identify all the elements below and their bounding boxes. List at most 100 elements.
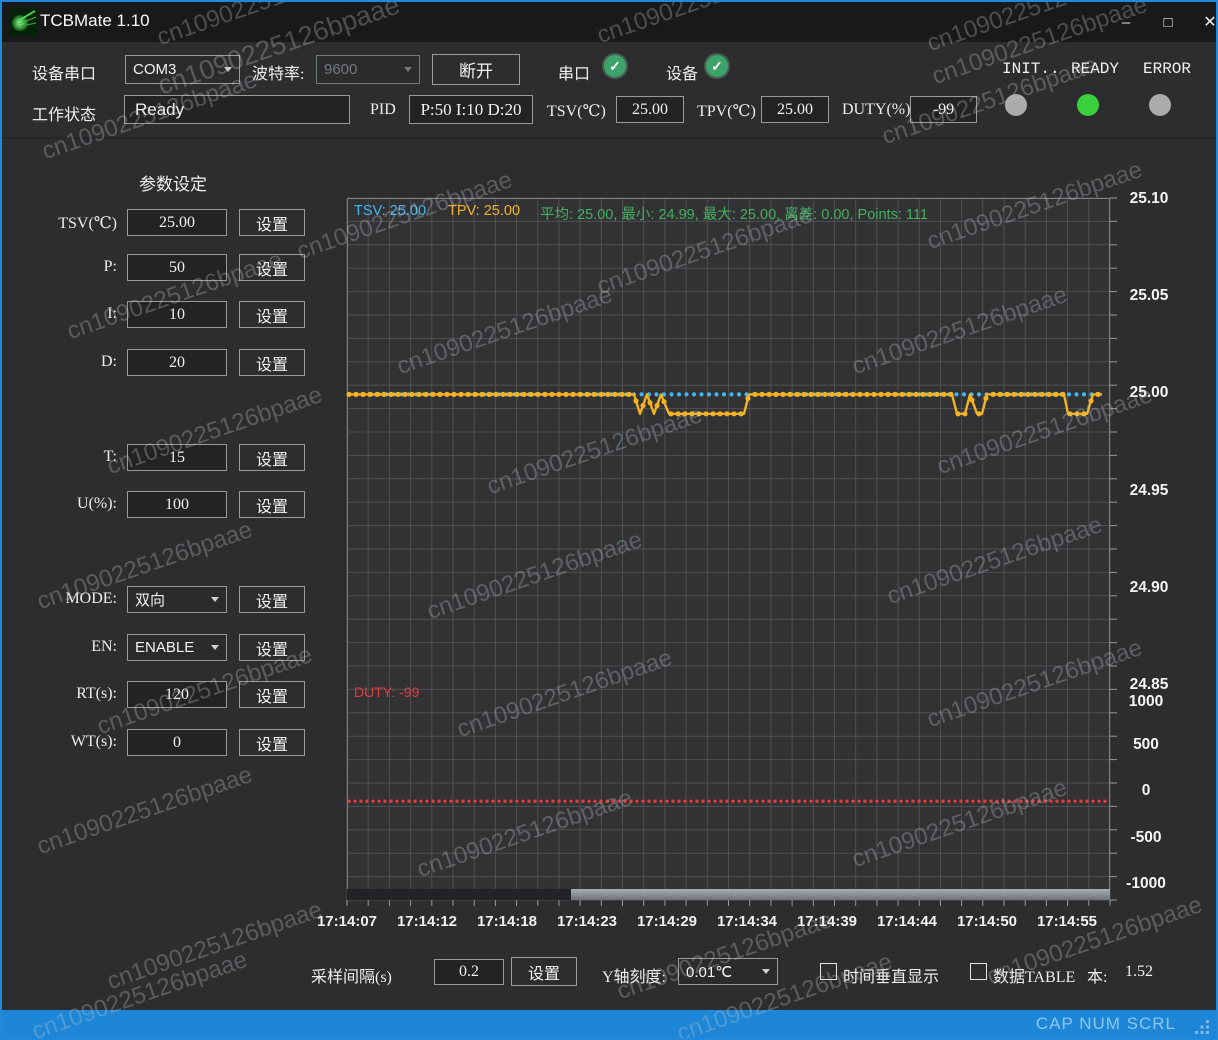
y-scale-select[interactable]: 0.01℃ <box>678 958 778 985</box>
version-value: 1.52 <box>1125 963 1153 981</box>
com-port-value: COM3 <box>133 61 176 78</box>
y-axis-duty-tick-label: 0 <box>1114 782 1178 800</box>
keyboard-state-text: CAP NUM SCRL <box>1036 1014 1176 1034</box>
init-indicator-label: INIT.. <box>1002 60 1060 78</box>
ready-indicator-label: READY <box>1071 60 1119 78</box>
param-set-button-10[interactable]: 设置 <box>239 729 305 756</box>
work-status-label: 工作状态 <box>32 101 96 125</box>
param-select-7[interactable]: 双向 <box>127 586 227 613</box>
maximize-button[interactable]: □ <box>1146 2 1190 42</box>
device-port-label: 设备串口 <box>32 60 96 84</box>
init-led <box>1005 94 1027 116</box>
device-status-label: 设备 <box>666 60 698 84</box>
param-label-10: WT(s): <box>24 733 117 751</box>
close-button[interactable]: ✕ <box>1188 2 1218 42</box>
work-status-field[interactable]: Ready <box>124 95 350 124</box>
app-logo-icon <box>9 8 37 36</box>
chevron-down-icon <box>404 67 412 72</box>
y-axis-temp-tick-label: 25.10 <box>1120 190 1178 208</box>
param-label-7: MODE: <box>24 590 117 608</box>
param-label-2: P: <box>24 258 117 276</box>
window-title: TCBMate 1.10 <box>40 11 150 31</box>
parameter-panel-title: 参数设定 <box>139 170 207 195</box>
param-label-9: RT(s): <box>24 685 117 703</box>
error-indicator-label: ERROR <box>1143 60 1191 78</box>
ready-led <box>1077 94 1099 116</box>
param-input-3[interactable]: 10 <box>127 301 227 328</box>
param-set-button-4[interactable]: 设置 <box>239 349 305 376</box>
chart-plot-area: TSV: 25.00 TPV: 25.00 平均: 25.00, 最小: 24.… <box>347 198 1110 900</box>
param-set-button-6[interactable]: 设置 <box>239 491 305 518</box>
param-input-1[interactable]: 25.00 <box>127 209 227 236</box>
y-axis-temp-tick-label: 25.00 <box>1120 384 1178 402</box>
param-input-9[interactable]: 120 <box>127 681 227 708</box>
y-axis-duty-tick-label: 500 <box>1114 736 1178 754</box>
y-scale-label: Y轴刻度: <box>602 963 666 987</box>
sample-interval-set-button[interactable]: 设置 <box>511 957 577 986</box>
x-axis-tick-label: 17:14:23 <box>548 913 626 930</box>
param-label-6: U(%): <box>24 495 117 513</box>
chevron-down-icon <box>224 67 232 72</box>
param-input-6[interactable]: 100 <box>127 491 227 518</box>
resize-grip-icon[interactable] <box>1195 1020 1210 1035</box>
duty-annotation: DUTY: -99 <box>354 684 419 700</box>
param-select-value: ENABLE <box>135 639 194 656</box>
x-axis-tick-label: 17:14:39 <box>788 913 866 930</box>
param-set-button-8[interactable]: 设置 <box>239 634 305 661</box>
legend-tsv: TSV: 25.00 <box>354 203 426 219</box>
param-label-1: TSV(℃) <box>24 213 117 233</box>
y-axis-temp-tick-label: 25.05 <box>1120 287 1178 305</box>
minimize-button[interactable]: – <box>1104 2 1148 42</box>
param-select-value: 双向 <box>135 589 165 610</box>
param-input-2[interactable]: 50 <box>127 254 227 281</box>
param-set-button-7[interactable]: 设置 <box>239 586 305 613</box>
x-axis-tick-label: 17:14:55 <box>1028 913 1106 930</box>
disconnect-button[interactable]: 断开 <box>432 54 520 85</box>
device-ok-check-icon: ✓ <box>706 55 728 77</box>
baud-rate-value: 9600 <box>324 61 357 78</box>
baud-rate-label: 波特率: <box>252 60 304 84</box>
chevron-down-icon <box>211 645 219 650</box>
y-axis-duty-tick-label: -500 <box>1114 829 1178 847</box>
param-label-3: I: <box>24 305 117 323</box>
toolbar-separator <box>2 137 1216 139</box>
time-vertical-checkbox[interactable] <box>820 963 837 980</box>
param-set-button-3[interactable]: 设置 <box>239 301 305 328</box>
y-scale-value: 0.01℃ <box>686 963 732 981</box>
app-window: TCBMate 1.10 – □ ✕ 设备串口 COM3 波特率: 9600 断… <box>0 0 1218 1040</box>
x-axis-tick-label: 17:14:29 <box>628 913 706 930</box>
sample-interval-input[interactable]: 0.2 <box>434 959 504 985</box>
param-select-8[interactable]: ENABLE <box>127 634 227 661</box>
legend-stats: 平均: 25.00, 最小: 24.99, 最大: 25.00, 离差: 0.0… <box>540 203 928 224</box>
chart-scrollbar-thumb[interactable] <box>571 889 1110 900</box>
param-label-4: D: <box>24 353 117 371</box>
param-input-4[interactable]: 20 <box>127 349 227 376</box>
duty-readout-value: -99 <box>910 96 977 123</box>
param-set-button-2[interactable]: 设置 <box>239 254 305 281</box>
param-input-10[interactable]: 0 <box>127 729 227 756</box>
tsv-readout-label: TSV(℃) <box>547 101 606 121</box>
titlebar: TCBMate 1.10 – □ ✕ <box>2 2 1216 42</box>
param-set-button-9[interactable]: 设置 <box>239 681 305 708</box>
version-label: 本: <box>1087 963 1107 987</box>
chevron-down-icon <box>211 597 219 602</box>
param-input-5[interactable]: 15 <box>127 444 227 471</box>
serial-status-label: 串口 <box>558 60 590 84</box>
x-axis-tick-label: 17:14:34 <box>708 913 786 930</box>
y-axis-temp-tick-label: 24.90 <box>1120 579 1178 597</box>
y-axis-temp-tick-label: 24.85 <box>1120 676 1178 694</box>
param-set-button-1[interactable]: 设置 <box>239 209 305 236</box>
serial-ok-check-icon: ✓ <box>604 55 626 77</box>
time-vertical-checkbox-label: 时间垂直显示 <box>843 963 939 987</box>
chart-canvas <box>347 198 1119 910</box>
x-axis-tick-label: 17:14:50 <box>948 913 1026 930</box>
x-axis-tick-label: 17:14:18 <box>468 913 546 930</box>
duty-readout-label: DUTY(%) <box>842 101 910 119</box>
y-axis-duty-tick-label: -1000 <box>1114 875 1178 893</box>
sample-interval-label: 采样间隔(s) <box>311 963 392 987</box>
data-table-checkbox-label: 数据TABLE <box>993 963 1075 987</box>
param-set-button-5[interactable]: 设置 <box>239 444 305 471</box>
data-table-checkbox[interactable] <box>970 963 987 980</box>
com-port-select[interactable]: COM3 <box>125 55 240 84</box>
param-label-5: T: <box>24 448 117 466</box>
